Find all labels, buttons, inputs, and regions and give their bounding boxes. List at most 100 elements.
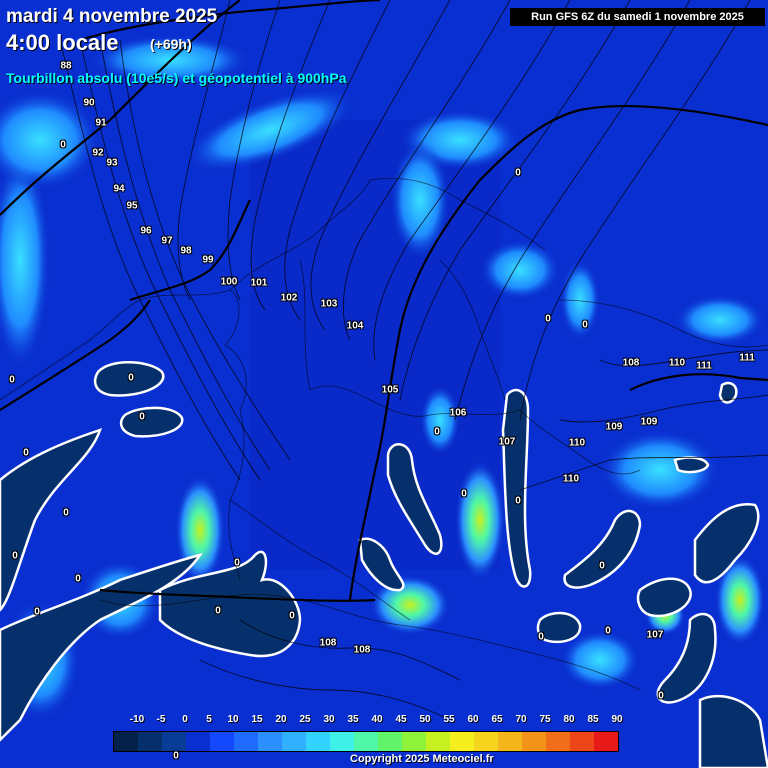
- legend-tick: 10: [227, 714, 239, 725]
- legend-tick: 70: [515, 714, 527, 725]
- vorticity-label: 0: [538, 631, 544, 643]
- legend-swatch: [378, 732, 402, 751]
- legend-zero-label: 0: [173, 750, 179, 762]
- legend-tick: 30: [323, 714, 335, 725]
- isoline-label: 110: [562, 473, 580, 485]
- vorticity-label: 0: [234, 557, 240, 569]
- vorticity-label: 0: [658, 690, 664, 702]
- legend-swatch: [306, 732, 330, 751]
- legend-tick: 75: [539, 714, 551, 725]
- legend-tick: 5: [206, 714, 212, 725]
- vorticity-label: 0: [75, 573, 81, 585]
- vorticity-label: 0: [434, 426, 440, 438]
- vorticity-label: 0: [215, 605, 221, 617]
- legend-tick: 60: [467, 714, 479, 725]
- isoline-label: 99: [202, 254, 214, 266]
- weather-map: mardi 4 novembre 2025 4:00 locale (+69h)…: [0, 0, 768, 768]
- vorticity-label: 0: [128, 372, 134, 384]
- vorticity-label: 0: [515, 495, 521, 507]
- vorticity-label: 0: [289, 610, 295, 622]
- isoline-label: 88: [60, 60, 72, 72]
- legend-ticks: -10 -5 0 5 10 15 20 25 30 35 40 45 50 55 60 65 70 75 80 85 9…: [113, 714, 653, 728]
- isoline-label: 111: [739, 352, 755, 364]
- legend-swatch: [258, 732, 282, 751]
- vorticity-label: 0: [605, 625, 611, 637]
- legend-tick: 55: [443, 714, 455, 725]
- run-info: Run GFS 6Z du samedi 1 novembre 2025: [510, 8, 765, 26]
- legend-swatch: [234, 732, 258, 751]
- legend-swatch: [594, 732, 618, 751]
- legend-tick: 40: [371, 714, 383, 725]
- legend-swatch: [354, 732, 378, 751]
- legend-swatch: [570, 732, 594, 751]
- vorticity-label: 0: [582, 319, 588, 331]
- isoline-label: 101: [250, 277, 268, 289]
- vorticity-label: 0: [599, 560, 605, 572]
- isoline-label: 95: [126, 200, 138, 212]
- forecast-lead-time: (+69h): [150, 36, 192, 52]
- isoline-label: 91: [95, 117, 107, 129]
- isoline-label: 94: [113, 183, 125, 195]
- color-scale: [113, 731, 619, 752]
- legend-swatch: [426, 732, 450, 751]
- legend-swatch: [282, 732, 306, 751]
- legend-tick: -10: [129, 714, 145, 725]
- legend-swatch: [114, 732, 138, 751]
- legend-swatch: [330, 732, 354, 751]
- isoline-label: 109: [605, 421, 623, 433]
- legend-tick: -5: [156, 714, 166, 725]
- legend-swatch: [138, 732, 162, 751]
- isoline-label: 108: [622, 357, 640, 369]
- isoline-label: 107: [498, 436, 516, 448]
- vorticity-label: 0: [545, 313, 551, 325]
- legend-swatch: [186, 732, 210, 751]
- legend-tick: 35: [347, 714, 359, 725]
- vorticity-label: 0: [139, 411, 145, 423]
- legend-tick: 65: [491, 714, 503, 725]
- isoline-label: 110: [568, 437, 586, 449]
- legend-tick: 0: [182, 714, 188, 725]
- isoline-label: 105: [381, 384, 399, 396]
- isoline-label: 93: [106, 157, 118, 169]
- legend-tick: 50: [419, 714, 431, 725]
- isoline-label: 92: [92, 147, 104, 159]
- legend-swatch: [474, 732, 498, 751]
- legend-tick: 20: [275, 714, 287, 725]
- vorticity-label: 0: [23, 447, 29, 459]
- isoline-label: 108: [319, 637, 337, 649]
- legend-swatch: [210, 732, 234, 751]
- isoline-label: 90: [83, 97, 95, 109]
- isoline-label: 110: [668, 357, 686, 369]
- legend-tick: 15: [251, 714, 263, 725]
- isoline-label: 111: [696, 360, 712, 372]
- forecast-local-time: 4:00 locale: [6, 30, 119, 55]
- legend-tick: 90: [611, 714, 623, 725]
- legend-swatch: [162, 732, 186, 751]
- legend-swatch: [522, 732, 546, 751]
- isoline-label: 104: [346, 320, 364, 332]
- vorticity-label: 0: [63, 507, 69, 519]
- isoline-label: 108: [353, 644, 371, 656]
- vorticity-label: 0: [515, 167, 521, 179]
- legend-swatch: [402, 732, 426, 751]
- legend-tick: 80: [563, 714, 575, 725]
- legend-swatch: [546, 732, 570, 751]
- vorticity-label: 0: [34, 606, 40, 618]
- isoline-label: 102: [280, 292, 298, 304]
- vorticity-label: 0: [60, 139, 66, 151]
- isoline-label: 103: [320, 298, 338, 310]
- legend-swatch: [450, 732, 474, 751]
- isoline-label: 98: [180, 245, 192, 257]
- legend-tick: 45: [395, 714, 407, 725]
- forecast-date: mardi 4 novembre 2025: [6, 6, 218, 27]
- isoline-label: 97: [161, 235, 173, 247]
- legend-tick: 85: [587, 714, 599, 725]
- vorticity-label: 0: [9, 374, 15, 386]
- field-title: Tourbillon absolu (10e5/s) et géopotenti…: [6, 70, 347, 86]
- isoline-label: 100: [220, 276, 238, 288]
- isoline-label: 96: [140, 225, 152, 237]
- isoline-label: 107: [646, 629, 664, 641]
- copyright: Copyright 2025 Meteociel.fr: [350, 753, 494, 765]
- legend-tick: 25: [299, 714, 311, 725]
- isoline-label: 106: [449, 407, 467, 419]
